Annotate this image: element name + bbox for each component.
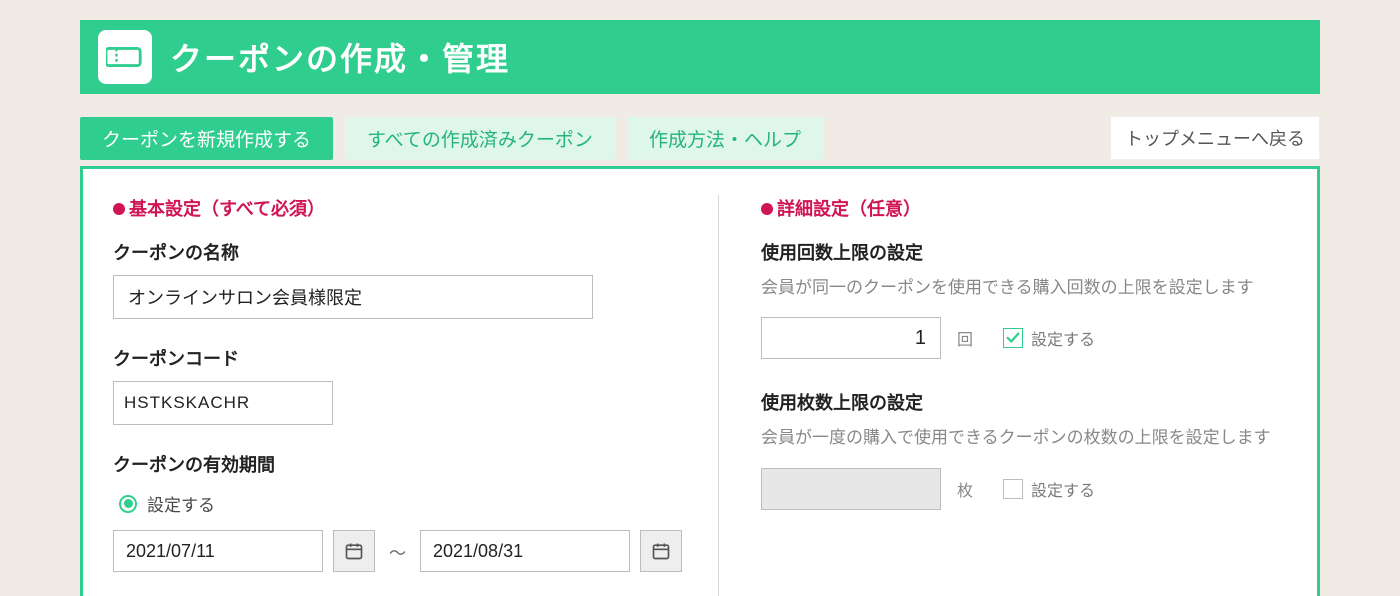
calendar-end-button[interactable] bbox=[640, 530, 682, 572]
bullet-icon bbox=[113, 203, 125, 215]
advanced-section-title: 詳細設定（任意） bbox=[761, 195, 1287, 221]
basic-settings-column: 基本設定（すべて必須） クーポンの名称 クーポンコード クーポンの有効期間 設定… bbox=[113, 195, 712, 596]
coupon-name-label: クーポンの名称 bbox=[113, 239, 682, 265]
valid-period-label: クーポンの有効期間 bbox=[113, 451, 682, 477]
form-panel: 基本設定（すべて必須） クーポンの名称 クーポンコード クーポンの有効期間 設定… bbox=[80, 166, 1320, 596]
tab-all-coupons[interactable]: すべての作成済みクーポン bbox=[345, 117, 615, 160]
page-header: クーポンの作成・管理 bbox=[80, 20, 1320, 94]
basic-section-title: 基本設定（すべて必須） bbox=[113, 195, 682, 221]
date-start-input[interactable]: 2021/07/11 bbox=[113, 530, 323, 572]
calendar-start-button[interactable] bbox=[333, 530, 375, 572]
radio-on-icon bbox=[119, 495, 137, 513]
back-to-top-link[interactable]: トップメニューへ戻る bbox=[1110, 116, 1320, 160]
period-set-radio-row[interactable]: 設定する bbox=[119, 491, 682, 516]
period-set-label: 設定する bbox=[147, 491, 215, 516]
calendar-icon bbox=[651, 541, 671, 561]
use-count-label: 使用回数上限の設定 bbox=[761, 239, 1287, 265]
tab-help[interactable]: 作成方法・ヘルプ bbox=[627, 117, 823, 160]
page-title: クーポンの作成・管理 bbox=[170, 34, 510, 80]
bullet-icon bbox=[761, 203, 773, 215]
use-qty-input[interactable] bbox=[761, 468, 941, 510]
tab-create-new[interactable]: クーポンを新規作成する bbox=[80, 117, 333, 160]
use-qty-checkbox[interactable] bbox=[1003, 479, 1023, 499]
coupon-code-input[interactable] bbox=[113, 381, 333, 425]
use-qty-desc: 会員が一度の購入で使用できるクーポンの枚数の上限を設定します bbox=[761, 425, 1287, 451]
use-count-checkbox[interactable] bbox=[1003, 328, 1023, 348]
date-end-input[interactable]: 2021/08/31 bbox=[420, 530, 630, 572]
use-count-input[interactable] bbox=[761, 317, 941, 359]
column-divider bbox=[718, 195, 719, 596]
coupon-icon bbox=[98, 30, 152, 84]
use-qty-checkbox-label: 設定する bbox=[1031, 477, 1095, 501]
use-qty-unit: 枚 bbox=[957, 477, 973, 501]
use-count-unit: 回 bbox=[957, 326, 973, 350]
advanced-settings-column: 詳細設定（任意） 使用回数上限の設定 会員が同一のクーポンを使用できる購入回数の… bbox=[725, 195, 1287, 596]
tilde-separator: ～ bbox=[389, 539, 406, 564]
use-qty-label: 使用枚数上限の設定 bbox=[761, 389, 1287, 415]
calendar-icon bbox=[344, 541, 364, 561]
use-count-desc: 会員が同一のクーポンを使用できる購入回数の上限を設定します bbox=[761, 275, 1287, 301]
coupon-code-label: クーポンコード bbox=[113, 345, 682, 371]
use-count-checkbox-label: 設定する bbox=[1031, 326, 1095, 350]
check-icon bbox=[1006, 331, 1020, 345]
coupon-name-input[interactable] bbox=[113, 275, 593, 319]
tabs-row: クーポンを新規作成する すべての作成済みクーポン 作成方法・ヘルプ トップメニュ… bbox=[80, 116, 1320, 160]
